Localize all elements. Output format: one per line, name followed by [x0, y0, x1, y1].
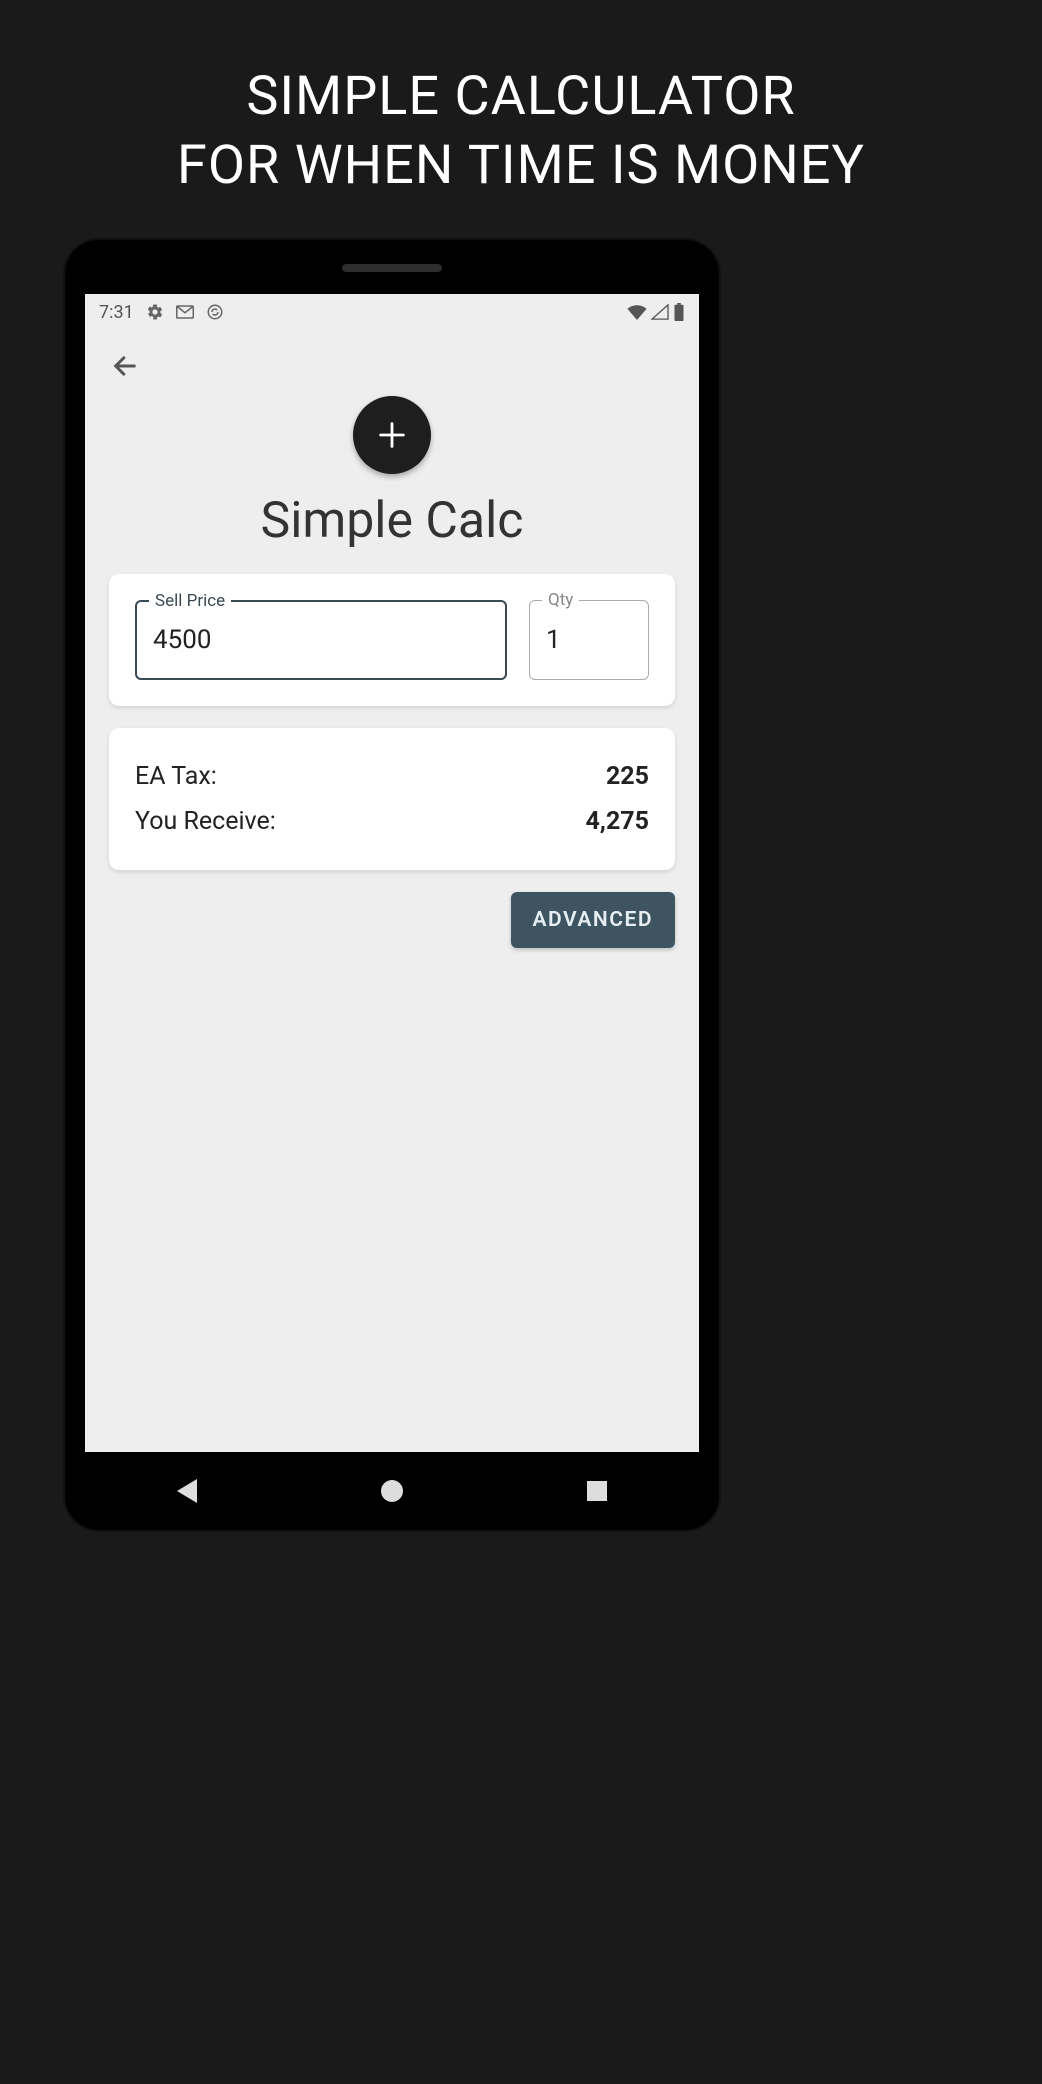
qty-input[interactable]: [530, 601, 648, 679]
status-right: [627, 303, 685, 321]
qty-label: Qty: [542, 590, 579, 610]
ea-tax-row: EA Tax: 225: [135, 754, 649, 799]
gear-icon: [146, 303, 164, 321]
nav-recents-button[interactable]: [567, 1461, 627, 1521]
mail-icon: [176, 305, 194, 319]
plus-icon: [375, 418, 409, 452]
nav-back-button[interactable]: [157, 1461, 217, 1521]
sell-price-field-wrapper[interactable]: Sell Price: [135, 600, 507, 680]
ea-tax-label: EA Tax:: [135, 762, 217, 791]
system-nav-bar: [85, 1452, 699, 1530]
status-time: 7:31: [99, 302, 134, 323]
back-arrow-icon: [111, 352, 139, 380]
advanced-button[interactable]: ADVANCED: [511, 892, 675, 948]
ea-tax-value: 225: [606, 762, 649, 791]
signal-icon: [651, 304, 669, 320]
advanced-row: ADVANCED: [85, 870, 699, 948]
nav-back-icon: [177, 1479, 197, 1503]
add-button[interactable]: [353, 396, 431, 474]
phone-frame: 7:31: [65, 240, 719, 1530]
app-screen: 7:31: [85, 294, 699, 1452]
status-left: 7:31: [99, 302, 224, 323]
qty-field-wrapper[interactable]: Qty: [529, 600, 649, 680]
back-button[interactable]: [105, 346, 145, 386]
nav-recents-icon: [587, 1481, 607, 1501]
headline-line-2: FOR WHEN TIME IS MONEY: [0, 131, 1042, 200]
nav-home-icon: [381, 1480, 403, 1502]
sell-price-input[interactable]: [137, 602, 505, 678]
phone-speaker: [342, 264, 442, 272]
marketing-headline: SIMPLE CALCULATOR FOR WHEN TIME IS MONEY: [0, 0, 1042, 200]
status-bar: 7:31: [85, 294, 699, 330]
nav-home-button[interactable]: [362, 1461, 422, 1521]
app-bar: [85, 330, 699, 390]
sell-price-label: Sell Price: [149, 591, 231, 611]
wifi-icon: [627, 304, 647, 320]
you-receive-value: 4,275: [585, 807, 649, 836]
results-card: EA Tax: 225 You Receive: 4,275: [109, 728, 675, 870]
sync-icon: [206, 303, 224, 321]
you-receive-row: You Receive: 4,275: [135, 799, 649, 844]
inputs-card: Sell Price Qty: [109, 574, 675, 706]
app-header: Simple Calc: [85, 396, 699, 550]
battery-icon: [673, 303, 685, 321]
app-title: Simple Calc: [85, 492, 699, 550]
headline-line-1: SIMPLE CALCULATOR: [0, 62, 1042, 131]
you-receive-label: You Receive:: [135, 807, 276, 836]
